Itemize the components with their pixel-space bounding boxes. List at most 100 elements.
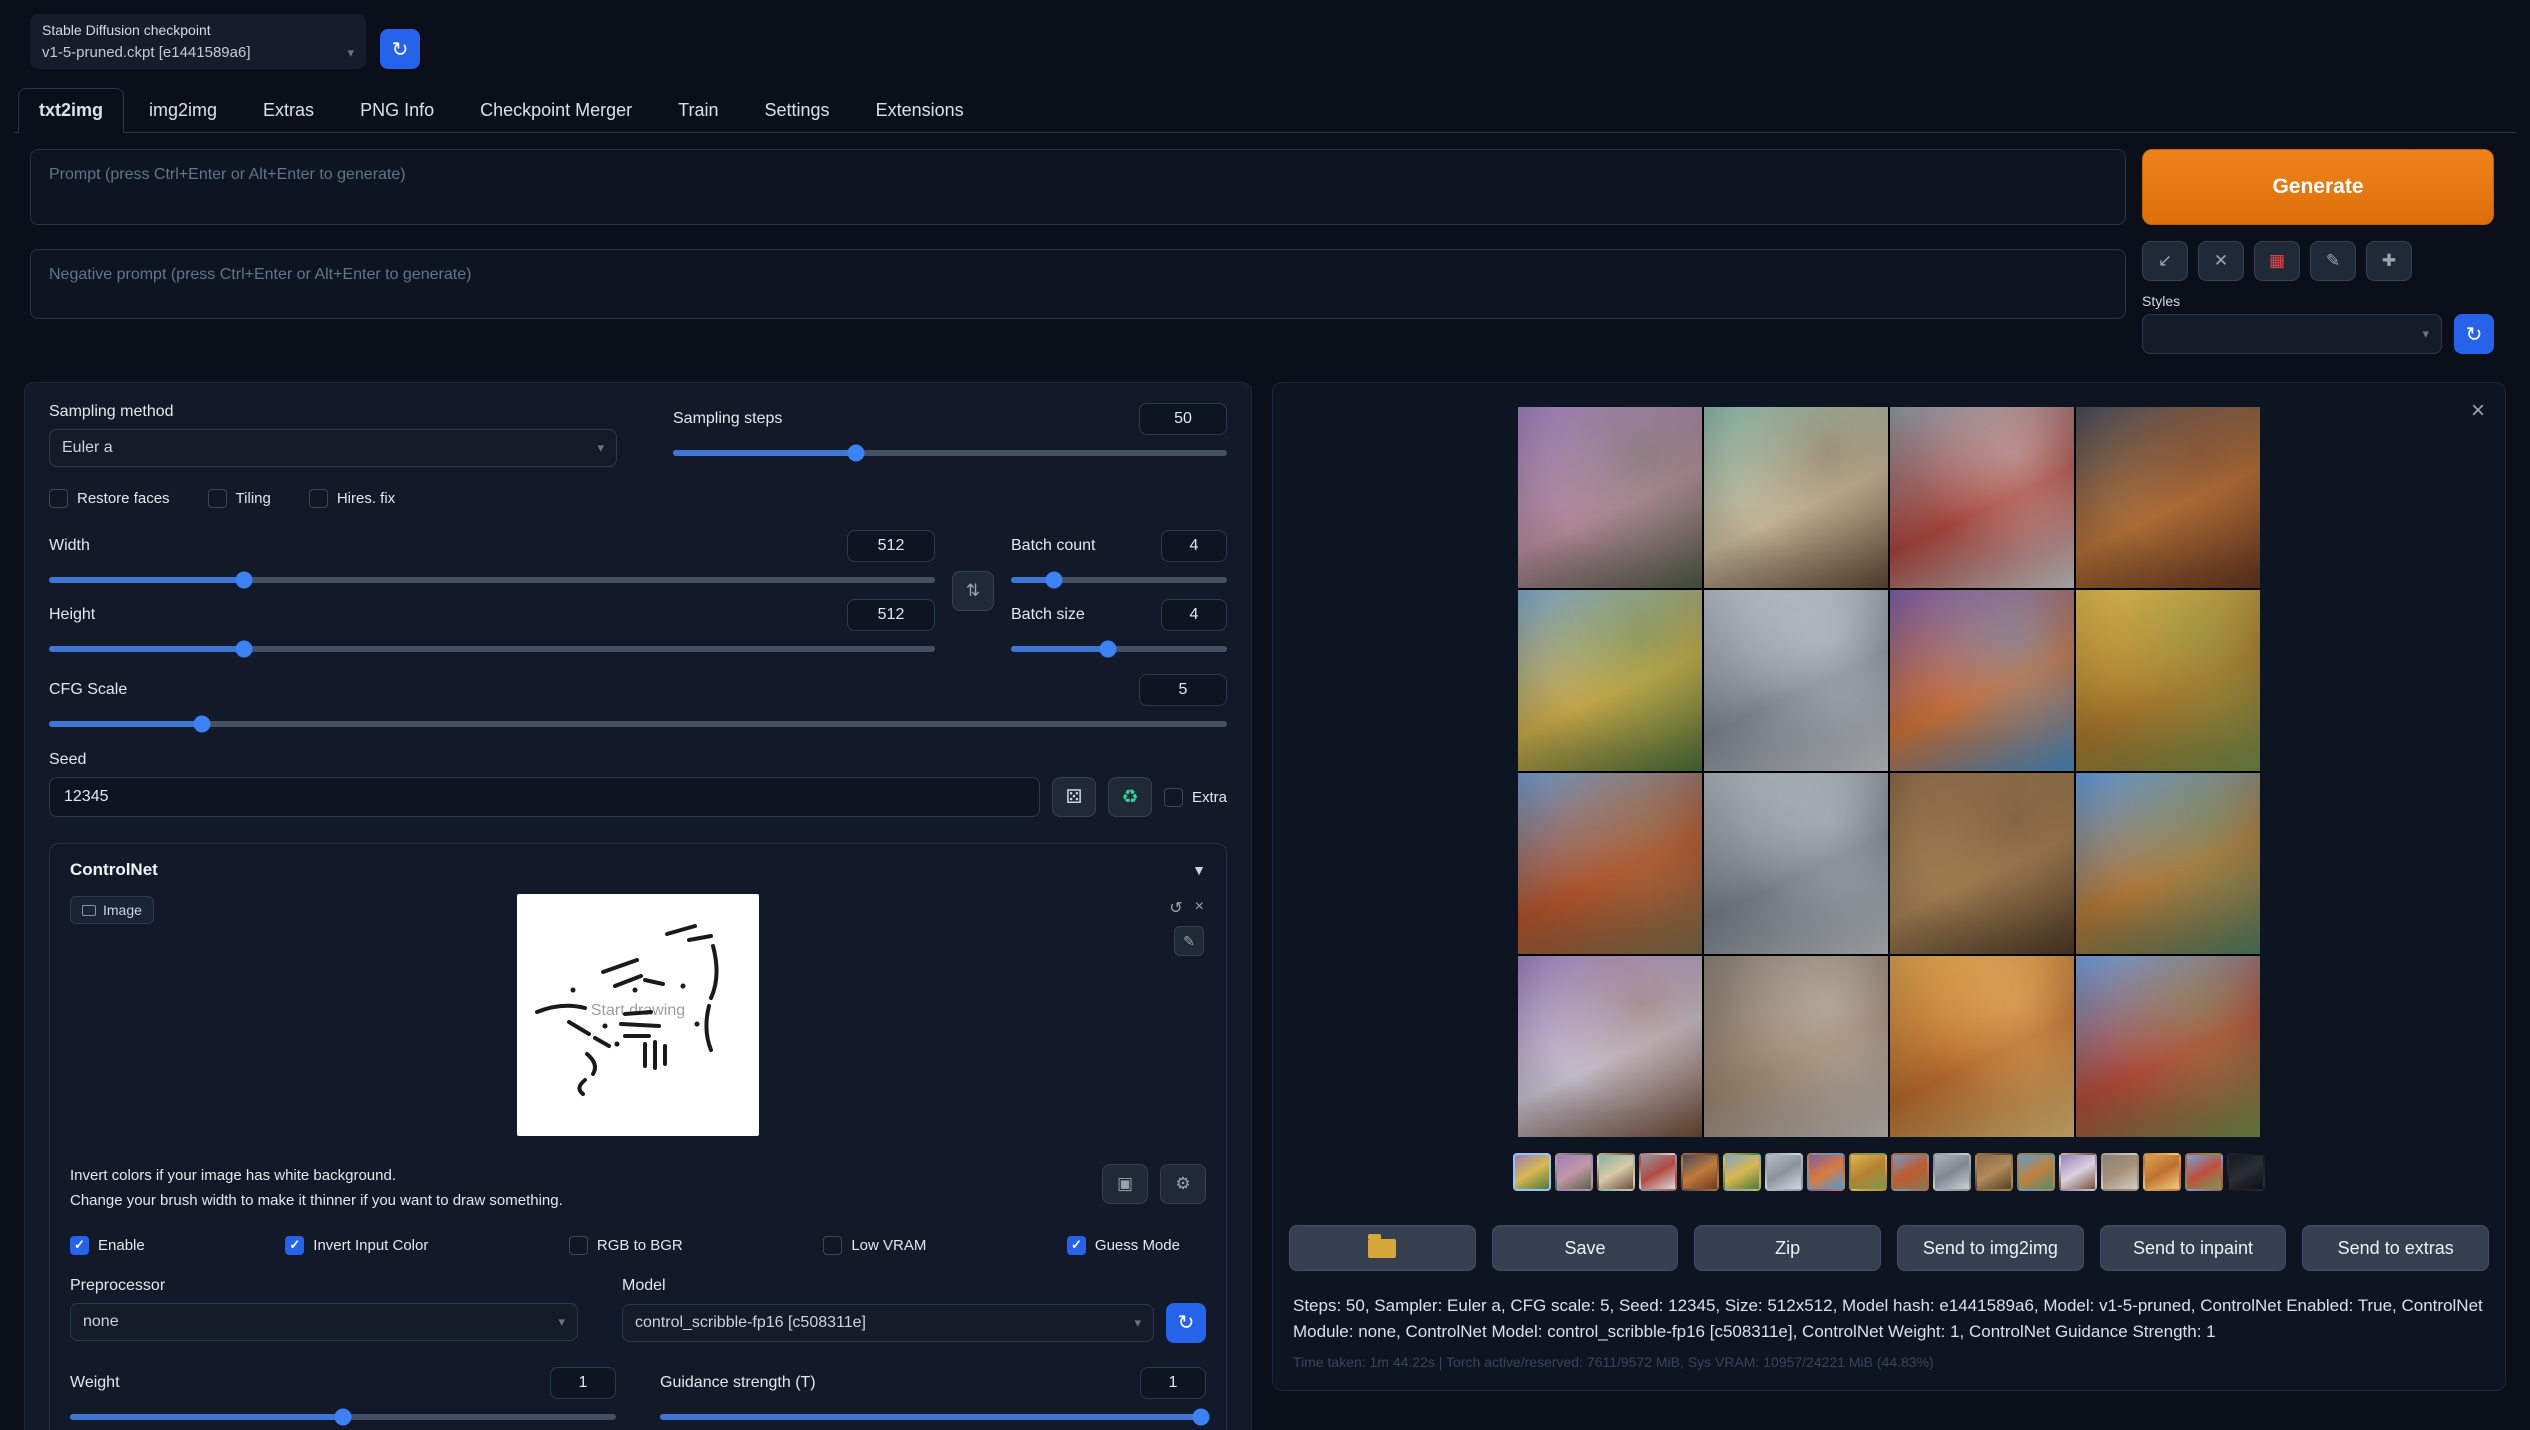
cfg-scale-value[interactable]: 5 [1139, 674, 1227, 706]
gallery-image[interactable] [1704, 407, 1888, 588]
thumbnail[interactable] [1765, 1153, 1803, 1191]
invert-input-color-checkbox[interactable]: Invert Input Color [285, 1236, 428, 1255]
adjust-button[interactable]: ⚙ [1160, 1164, 1206, 1204]
reuse-seed-button[interactable]: ♻ [1108, 777, 1152, 817]
batch-size-value[interactable]: 4 [1161, 599, 1227, 631]
width-slider[interactable] [49, 577, 935, 583]
extra-networks-button[interactable]: ▦ [2254, 241, 2300, 281]
guess-mode-checkbox[interactable]: Guess Mode [1067, 1236, 1180, 1255]
gallery-image[interactable] [1704, 956, 1888, 1137]
prompt-input[interactable] [30, 149, 2126, 225]
gallery-image[interactable] [1704, 773, 1888, 954]
thumbnail[interactable] [2143, 1153, 2181, 1191]
close-icon[interactable]: × [2471, 399, 2485, 423]
gallery-image[interactable] [2076, 956, 2260, 1137]
checkpoint-dropdown[interactable]: v1-5-pruned.ckpt [e1441589a6] ▾ [42, 44, 354, 61]
checkpoint-refresh-button[interactable]: ↻ [380, 29, 420, 69]
gallery-image[interactable] [2076, 407, 2260, 588]
sampling-steps-value[interactable]: 50 [1139, 403, 1227, 435]
guidance-strength-value[interactable]: 1 [1140, 1367, 1206, 1399]
thumbnail[interactable] [1513, 1153, 1551, 1191]
tab-img2img[interactable]: img2img [128, 88, 238, 133]
new-canvas-button[interactable]: ▣ [1102, 1164, 1148, 1204]
batch-count-slider[interactable] [1011, 577, 1227, 583]
thumbnail[interactable] [1891, 1153, 1929, 1191]
thumbnail[interactable] [1975, 1153, 2013, 1191]
save-button[interactable]: Save [1492, 1225, 1679, 1271]
brush-button[interactable]: ✎ [1174, 926, 1204, 956]
tab-checkpoint-merger[interactable]: Checkpoint Merger [459, 88, 653, 133]
paste-params-button[interactable]: ↙ [2142, 241, 2188, 281]
close-icon[interactable]: × [1195, 898, 1204, 918]
save-style-button[interactable]: ✚ [2366, 241, 2412, 281]
thumbnail[interactable] [1807, 1153, 1845, 1191]
thumbnail[interactable] [1597, 1153, 1635, 1191]
tab-extras[interactable]: Extras [242, 88, 335, 133]
thumbnail[interactable] [1933, 1153, 1971, 1191]
gallery-image[interactable] [1518, 956, 1702, 1137]
height-value[interactable]: 512 [847, 599, 935, 631]
tab-extensions[interactable]: Extensions [855, 88, 985, 133]
scribble-canvas[interactable]: Start drawing [517, 894, 759, 1136]
open-folder-button[interactable] [1289, 1225, 1476, 1271]
sampling-steps-slider[interactable] [673, 450, 1227, 456]
send-to-extras-button[interactable]: Send to extras [2302, 1225, 2489, 1271]
low-vram-checkbox[interactable]: Low VRAM [823, 1236, 926, 1255]
gallery-image[interactable] [2076, 590, 2260, 771]
tab-settings[interactable]: Settings [744, 88, 851, 133]
model-dropdown[interactable]: control_scribble-fp16 [c508311e] ▾ [622, 1304, 1154, 1342]
restore-faces-checkbox[interactable]: Restore faces [49, 489, 170, 508]
gallery-image[interactable] [1890, 590, 2074, 771]
tab-txt2img[interactable]: txt2img [18, 88, 124, 133]
send-to-inpaint-button[interactable]: Send to inpaint [2100, 1225, 2287, 1271]
gallery-image[interactable] [1890, 407, 2074, 588]
guidance-strength-slider[interactable] [660, 1414, 1206, 1420]
random-seed-button[interactable]: ⚄ [1052, 777, 1096, 817]
seed-input[interactable] [49, 777, 1040, 817]
gallery-image[interactable] [1890, 773, 2074, 954]
batch-count-value[interactable]: 4 [1161, 530, 1227, 562]
enable-checkbox[interactable]: Enable [70, 1236, 145, 1255]
cfg-scale-slider[interactable] [49, 721, 1227, 727]
image-tab-chip[interactable]: Image [70, 896, 154, 924]
thumbnail[interactable] [2059, 1153, 2097, 1191]
gallery-image[interactable] [1518, 590, 1702, 771]
gallery-image[interactable] [1890, 956, 2074, 1137]
gallery-image[interactable] [1704, 590, 1888, 771]
generate-button[interactable]: Generate [2142, 149, 2494, 225]
hires-fix-checkbox[interactable]: Hires. fix [309, 489, 395, 508]
height-slider[interactable] [49, 646, 935, 652]
thumbnail[interactable] [2017, 1153, 2055, 1191]
thumbnail[interactable] [1555, 1153, 1593, 1191]
negative-prompt-input[interactable] [30, 249, 2126, 319]
gallery-image[interactable] [1518, 407, 1702, 588]
swap-width-height-button[interactable]: ⇅ [952, 571, 994, 611]
weight-value[interactable]: 1 [550, 1367, 616, 1399]
zip-button[interactable]: Zip [1694, 1225, 1881, 1271]
extra-seed-checkbox[interactable]: Extra [1164, 788, 1227, 807]
sampling-method-dropdown[interactable]: Euler a ▾ [49, 429, 617, 467]
tiling-checkbox[interactable]: Tiling [208, 489, 271, 508]
controlnet-accordion-header[interactable]: ControlNet ▼ [70, 860, 1206, 880]
thumbnail[interactable] [1639, 1153, 1677, 1191]
gallery-image[interactable] [1518, 773, 1702, 954]
undo-icon[interactable]: ↺ [1169, 898, 1182, 918]
apply-style-button[interactable]: ✎ [2310, 241, 2356, 281]
rgb-to-bgr-checkbox[interactable]: RGB to BGR [569, 1236, 683, 1255]
clear-prompt-button[interactable]: ✕ [2198, 241, 2244, 281]
model-refresh-button[interactable]: ↻ [1166, 1303, 1206, 1343]
send-to-img2img-button[interactable]: Send to img2img [1897, 1225, 2084, 1271]
thumbnail[interactable] [2185, 1153, 2223, 1191]
thumbnail[interactable] [1723, 1153, 1761, 1191]
gallery-image[interactable] [2076, 773, 2260, 954]
thumbnail[interactable] [2227, 1153, 2265, 1191]
tab-train[interactable]: Train [657, 88, 739, 133]
thumbnail[interactable] [2101, 1153, 2139, 1191]
weight-slider[interactable] [70, 1414, 616, 1420]
width-value[interactable]: 512 [847, 530, 935, 562]
preprocessor-dropdown[interactable]: none ▾ [70, 1303, 578, 1341]
thumbnail[interactable] [1849, 1153, 1887, 1191]
batch-size-slider[interactable] [1011, 646, 1227, 652]
thumbnail[interactable] [1681, 1153, 1719, 1191]
tab-png-info[interactable]: PNG Info [339, 88, 455, 133]
